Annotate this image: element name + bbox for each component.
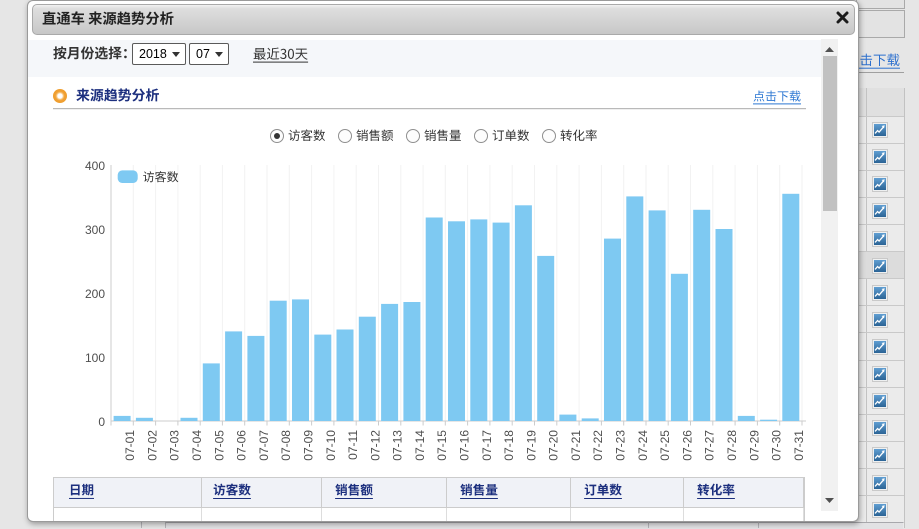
svg-text:200: 200 bbox=[85, 287, 105, 301]
svg-text:07-06: 07-06 bbox=[235, 430, 249, 461]
svg-text:07-15: 07-15 bbox=[435, 430, 449, 461]
svg-text:400: 400 bbox=[85, 159, 105, 173]
svg-text:07-11: 07-11 bbox=[346, 430, 360, 460]
svg-text:07-09: 07-09 bbox=[302, 430, 316, 461]
svg-text:07-07: 07-07 bbox=[257, 430, 271, 461]
svg-text:07-12: 07-12 bbox=[368, 430, 382, 461]
svg-text:07-04: 07-04 bbox=[190, 430, 204, 461]
svg-text:07-20: 07-20 bbox=[547, 430, 561, 461]
svg-text:07-30: 07-30 bbox=[770, 430, 784, 461]
svg-text:07-17: 07-17 bbox=[480, 430, 494, 461]
svg-text:07-01: 07-01 bbox=[123, 430, 137, 461]
svg-text:07-23: 07-23 bbox=[614, 430, 628, 461]
svg-text:07-31: 07-31 bbox=[792, 430, 806, 461]
svg-text:07-22: 07-22 bbox=[591, 430, 605, 461]
svg-text:07-24: 07-24 bbox=[636, 430, 650, 461]
svg-text:07-27: 07-27 bbox=[703, 430, 717, 461]
svg-text:100: 100 bbox=[85, 351, 105, 365]
svg-text:07-19: 07-19 bbox=[524, 430, 538, 461]
svg-text:07-28: 07-28 bbox=[725, 430, 739, 461]
svg-text:07-02: 07-02 bbox=[145, 430, 159, 461]
svg-text:07-08: 07-08 bbox=[279, 430, 293, 461]
svg-text:07-26: 07-26 bbox=[680, 430, 694, 461]
svg-text:07-25: 07-25 bbox=[658, 430, 672, 461]
svg-text:07-03: 07-03 bbox=[168, 430, 182, 461]
svg-text:07-16: 07-16 bbox=[458, 430, 472, 461]
svg-text:07-13: 07-13 bbox=[391, 430, 405, 461]
svg-text:07-21: 07-21 bbox=[569, 430, 583, 461]
svg-text:300: 300 bbox=[85, 223, 105, 237]
svg-text:07-18: 07-18 bbox=[502, 430, 516, 461]
svg-text:07-29: 07-29 bbox=[747, 430, 761, 461]
svg-text:07-14: 07-14 bbox=[413, 430, 427, 461]
svg-text:07-10: 07-10 bbox=[324, 430, 338, 461]
svg-text:07-05: 07-05 bbox=[212, 430, 226, 461]
svg-text:0: 0 bbox=[98, 415, 105, 429]
